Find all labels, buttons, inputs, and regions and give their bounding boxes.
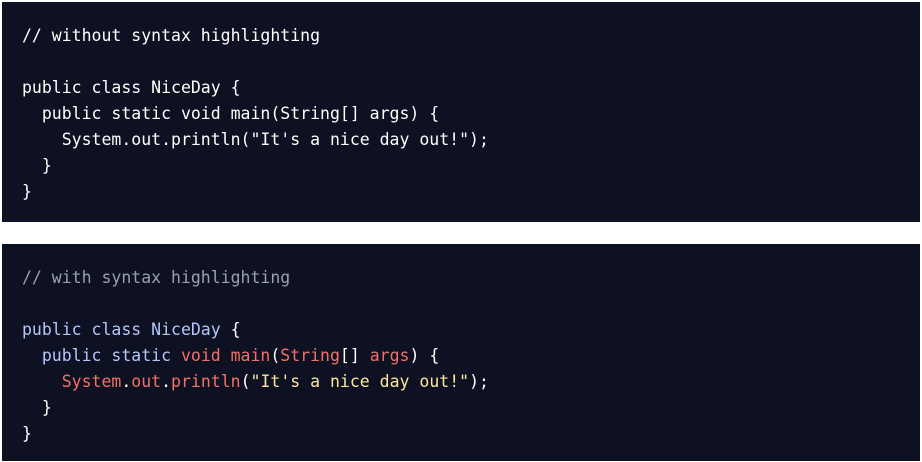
code-line: public static void main(String[] args) { [22,101,900,127]
code-token-string: "It's a nice day out!" [250,372,470,391]
code-token-function: out [131,372,162,391]
code-block-with-highlighting: // with syntax highlighting public class… [2,244,920,461]
code-token-plain: // without syntax highlighting [22,26,321,45]
code-token-function: void main [180,346,271,365]
code-token-function: System [61,372,122,391]
code-token-plain: public static void main(String[] args) { [22,104,440,123]
code-token-function: String [280,346,340,365]
code-token-comment: // with syntax highlighting [22,268,291,287]
code-token-punctuation: } [22,424,32,443]
code-token-punctuation: ); [469,372,489,391]
code-token-punctuation: [] [339,346,370,365]
code-line: } [22,421,900,447]
code-token-plain: System.out.println("It's a nice day out!… [22,130,489,149]
code-token-keyword: public class NiceDay [22,320,221,339]
code-line: public static void main(String[] args) { [22,343,900,369]
code-line: } [22,179,900,205]
code-token-punctuation: . [121,372,132,391]
code-token-keyword: public static [22,346,181,365]
code-block-without-highlighting: // without syntax highlighting public cl… [2,2,920,222]
code-token-plain: } [22,182,32,201]
code-line: System.out.println("It's a nice day out!… [22,369,900,395]
code-token-punctuation: } [22,398,52,417]
code-token-function: println [171,372,241,391]
code-token-punctuation: { [220,320,241,339]
code-line: } [22,153,900,179]
code-token-plain: public class NiceDay { [22,78,241,97]
code-line: // without syntax highlighting [22,23,900,49]
code-line: } [22,395,900,421]
code-token-plain: } [22,156,52,175]
code-token-function: args [369,346,410,365]
code-line: public class NiceDay { [22,317,900,343]
code-token-punctuation: ( [240,372,251,391]
code-line: // with syntax highlighting [22,265,900,291]
code-line: public class NiceDay { [22,75,900,101]
code-token-punctuation: ) { [409,346,440,365]
code-line: System.out.println("It's a nice day out!… [22,127,900,153]
code-token-punctuation: . [161,372,172,391]
code-token-punctuation: ( [270,346,281,365]
